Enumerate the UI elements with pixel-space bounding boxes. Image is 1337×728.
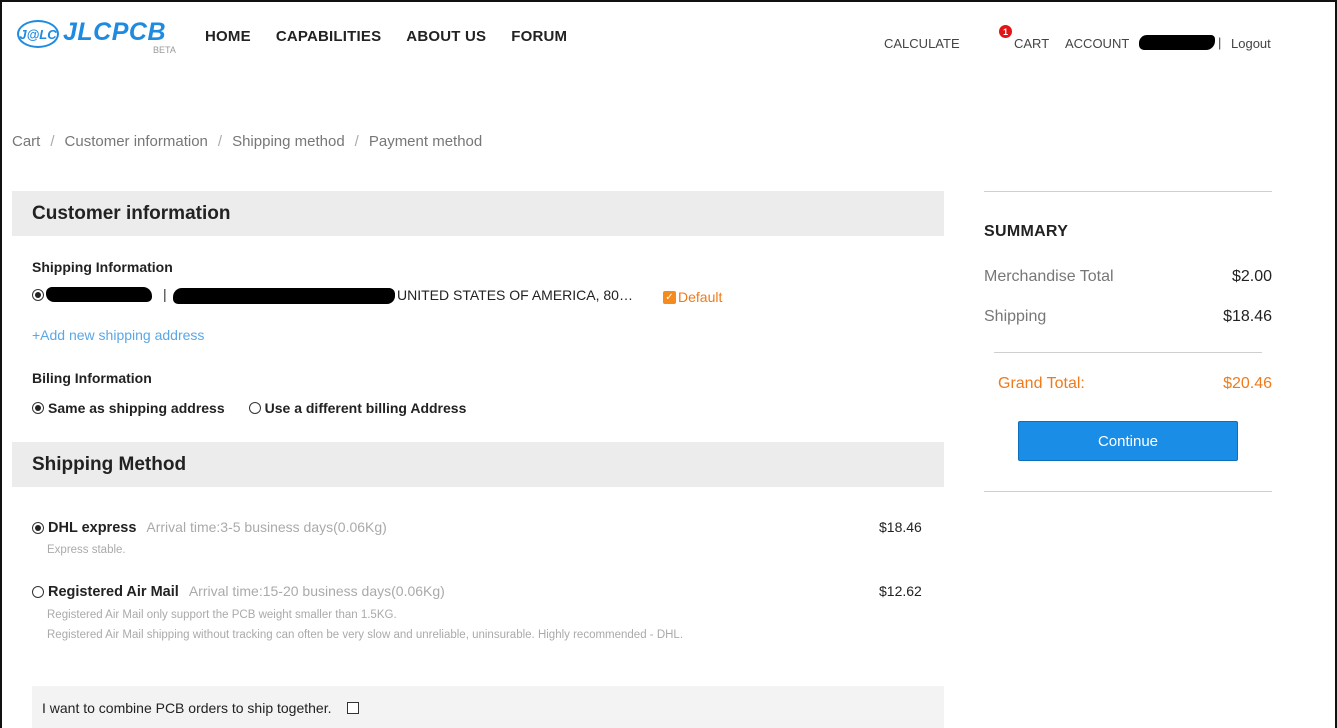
breadcrumb-cart[interactable]: Cart xyxy=(12,133,40,150)
logout-link[interactable]: Logout xyxy=(1231,36,1271,51)
nav-home[interactable]: HOME xyxy=(205,28,251,45)
breadcrumb-separator: / xyxy=(217,133,223,150)
cart-count-badge: 1 xyxy=(999,25,1012,38)
continue-button[interactable]: Continue xyxy=(1018,421,1238,461)
default-label: Default xyxy=(678,289,723,305)
grand-total-value: $20.46 xyxy=(1223,375,1272,392)
summary-top-divider xyxy=(984,191,1272,192)
merchandise-total-row: Merchandise Total $2.00 xyxy=(984,268,1272,286)
address-radio[interactable] xyxy=(32,289,44,301)
address-country-text: UNITED STATES OF AMERICA, 80… xyxy=(397,287,633,303)
dhl-name: DHL express xyxy=(48,520,137,536)
check-icon: ✓ xyxy=(663,290,676,304)
shipping-total-row: Shipping $18.46 xyxy=(984,308,1272,326)
redacted-username xyxy=(1139,35,1215,50)
dhl-radio[interactable] xyxy=(32,521,44,534)
customer-information-heading: Customer information xyxy=(12,191,944,236)
dhl-arrival: Arrival time:3-5 business days(0.06Kg) xyxy=(146,519,387,535)
billing-different-label: Use a different billing Address xyxy=(264,400,467,416)
combine-orders-label: I want to combine PCB orders to ship tog… xyxy=(42,700,332,716)
default-address-toggle[interactable]: ✓ Default xyxy=(663,289,722,305)
airmail-name: Registered Air Mail xyxy=(48,584,179,600)
breadcrumb-separator: / xyxy=(50,133,55,150)
billing-options: Same as shipping address Use a different… xyxy=(32,400,490,416)
airmail-price: $12.62 xyxy=(879,583,922,599)
logo-badge: J@LC xyxy=(17,20,59,48)
summary-bottom-divider xyxy=(984,491,1272,492)
billing-same-radio[interactable] xyxy=(32,402,44,414)
airmail-radio[interactable] xyxy=(32,585,44,598)
breadcrumb-shipping-method[interactable]: Shipping method xyxy=(232,133,345,150)
combine-orders-checkbox[interactable] xyxy=(346,702,359,714)
billing-different-radio[interactable] xyxy=(248,402,261,414)
dhl-price: $18.46 xyxy=(879,519,922,535)
breadcrumb-separator: / xyxy=(354,133,359,150)
nav-forum[interactable]: FORUM xyxy=(511,28,567,45)
billing-same-label: Same as shipping address xyxy=(48,400,225,416)
redacted-street xyxy=(173,288,395,304)
shipping-option-dhl[interactable]: DHL express Arrival time:3-5 business da… xyxy=(32,519,387,536)
merchandise-total-label: Merchandise Total xyxy=(984,268,1114,285)
add-shipping-address-link[interactable]: +Add new shipping address xyxy=(32,327,204,343)
logo-text: JLCPCB xyxy=(63,18,167,46)
airmail-note-tracking: Registered Air Mail shipping without tra… xyxy=(47,629,684,641)
merchandise-total-value: $2.00 xyxy=(1231,268,1272,285)
grand-total-row: Grand Total: $20.46 xyxy=(998,375,1272,393)
billing-different-option[interactable]: Use a different billing Address xyxy=(248,400,467,416)
shipping-option-airmail[interactable]: Registered Air Mail Arrival time:15-20 b… xyxy=(32,583,445,600)
calculate-link[interactable]: CALCULATE xyxy=(884,36,960,51)
redacted-name xyxy=(46,287,152,302)
dhl-note: Express stable. xyxy=(47,544,126,556)
page-frame: J@LC JLCPCB BETA HOME CAPABILITIES ABOUT… xyxy=(0,0,1337,728)
nav-about-us[interactable]: ABOUT US xyxy=(406,28,486,45)
main-nav: HOME CAPABILITIES ABOUT US FORUM xyxy=(205,28,567,45)
airmail-arrival: Arrival time:15-20 business days(0.06Kg) xyxy=(188,583,445,599)
shipping-total-label: Shipping xyxy=(984,308,1047,325)
grand-total-label: Grand Total: xyxy=(998,375,1085,392)
airmail-note-weight: Registered Air Mail only support the PCB… xyxy=(47,609,397,621)
nav-capabilities[interactable]: CAPABILITIES xyxy=(276,28,381,45)
header-separator: | xyxy=(1218,35,1222,50)
shipping-total-value: $18.46 xyxy=(1223,308,1272,325)
shipping-information-label: Shipping Information xyxy=(32,259,173,275)
cart-link[interactable]: CART xyxy=(1014,36,1049,51)
billing-information-label: Biling Information xyxy=(32,370,152,386)
address-separator: | xyxy=(163,286,167,302)
combine-orders-row: I want to combine PCB orders to ship tog… xyxy=(32,686,944,728)
logo-beta-label: BETA xyxy=(153,45,176,55)
summary-title: SUMMARY xyxy=(984,223,1069,240)
shipping-method-heading: Shipping Method xyxy=(12,442,944,487)
breadcrumb-customer-information[interactable]: Customer information xyxy=(65,133,208,150)
breadcrumb-payment-method[interactable]: Payment method xyxy=(369,133,482,150)
summary-mid-divider xyxy=(994,352,1262,353)
account-link[interactable]: ACCOUNT xyxy=(1065,36,1129,51)
billing-same-option[interactable]: Same as shipping address xyxy=(32,400,225,416)
breadcrumb: Cart / Customer information / Shipping m… xyxy=(12,133,482,150)
